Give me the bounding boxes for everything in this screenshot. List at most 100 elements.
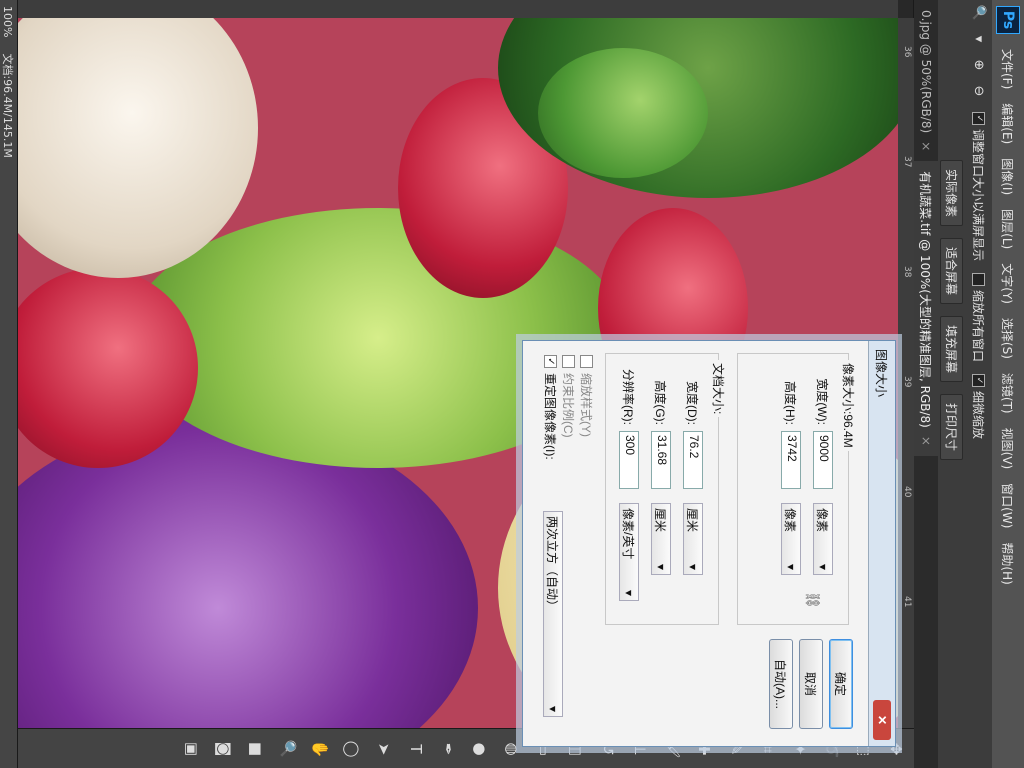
chevron-down-icon: ▾ xyxy=(546,705,560,712)
dialog-title: 图像大小 xyxy=(874,349,889,398)
menu-help[interactable]: 帮助(H) xyxy=(1000,535,1017,591)
doc-height-unit-value: 厘米 xyxy=(653,508,668,533)
menu-file[interactable]: 文件(F) xyxy=(1000,42,1017,96)
chevron-down-icon: ▾ xyxy=(654,563,668,570)
actual-pixels-button[interactable]: 实际像素 xyxy=(940,160,964,227)
auto-button[interactable]: 自动(A)... xyxy=(769,639,793,729)
height-unit-select[interactable]: 像素 ▾ xyxy=(781,503,801,575)
menu-select[interactable]: 选择(S) xyxy=(1000,311,1017,366)
chevron-down-icon: ▾ xyxy=(784,563,798,570)
width-unit-value: 像素 xyxy=(815,508,830,533)
doc-width-row: 宽度(D): 76.2 厘米 ▾ xyxy=(683,345,703,575)
resize-window-checkbox[interactable]: ✓ 调整窗口大小以满屏显示 xyxy=(971,112,988,261)
zoom-tool-icon[interactable]: 🔍 xyxy=(274,735,302,763)
menu-bar: Ps 文件(F) 编辑(E) 图像(I) 图层(L) 文字(Y) 选择(S) 滤… xyxy=(991,0,1024,768)
ruler-mark: 36 xyxy=(902,46,912,58)
photoshop-logo: Ps xyxy=(996,6,1020,34)
doc-width-unit-select[interactable]: 厘米 ▾ xyxy=(683,503,703,575)
menu-edit[interactable]: 编辑(E) xyxy=(1000,96,1017,151)
chevron-down-icon: ▾ xyxy=(816,563,830,570)
checkbox-checked-icon: ✓ xyxy=(972,112,986,125)
fill-screen-button[interactable]: 填充屏幕 xyxy=(940,316,964,383)
checkbox-empty-icon xyxy=(562,355,575,368)
scrubby-zoom-checkbox[interactable]: ✓ 细微缩放 xyxy=(971,374,988,439)
height-input[interactable]: 3742 xyxy=(781,431,801,489)
zoom-out-icon[interactable]: ⊖ xyxy=(969,81,989,101)
width-input[interactable]: 9000 xyxy=(813,431,833,489)
zoom-all-label: 缩放所有窗口 xyxy=(971,290,986,363)
fit-screen-button[interactable]: 适合屏幕 xyxy=(940,238,964,305)
document-size: 文档:96.4M/145.1M xyxy=(1,53,14,158)
resize-window-label: 调整窗口大小以满屏显示 xyxy=(971,129,986,262)
width-unit-select[interactable]: 像素 ▾ xyxy=(813,503,833,575)
menu-image[interactable]: 图像(I) xyxy=(1000,151,1017,202)
menu-filter[interactable]: 滤镜(T) xyxy=(1000,366,1017,421)
document-tabs: 0.jpg @ 50%(RGB/8) × 有机蔬菜.tif @ 100%(大型的… xyxy=(913,0,938,768)
foreground-color-icon[interactable]: ■ xyxy=(242,735,270,763)
chevron-down-icon: ▾ xyxy=(686,563,700,570)
print-size-button[interactable]: 打印尺寸 xyxy=(940,394,964,461)
menu-window[interactable]: 窗口(W) xyxy=(1000,476,1017,535)
close-icon[interactable]: × xyxy=(919,141,933,151)
tab-document-2[interactable]: 有机蔬菜.tif @ 100%(大型的精准图层, RGB/8) × xyxy=(914,161,938,456)
checkbox-checked-icon: ✓ xyxy=(972,374,986,388)
tab-label: 0.jpg @ 50%(RGB/8) xyxy=(919,10,933,134)
dialog-title-bar[interactable]: 图像大小 ✕ xyxy=(868,341,895,746)
options-row-2: 实际像素 适合屏幕 填充屏幕 打印尺寸 xyxy=(939,160,965,472)
link-chain-icon: ⛓ xyxy=(805,591,821,609)
resample-method-select[interactable]: 两次立方（自动） ▾ xyxy=(543,511,563,717)
pixel-dimensions-label: 像素大小:96.4M xyxy=(841,363,855,448)
constrain-proportions-checkbox[interactable]: 约束比例(C) xyxy=(560,355,577,438)
vertical-ruler xyxy=(18,0,898,19)
close-icon[interactable]: × xyxy=(919,436,933,446)
scale-styles-checkbox[interactable]: 缩放样式(Y) xyxy=(578,355,595,437)
chevron-down-icon: ▾ xyxy=(622,589,636,596)
resolution-label: 分辨率(R): xyxy=(621,369,636,425)
menu-layer[interactable]: 图层(L) xyxy=(1000,202,1017,256)
close-button[interactable]: ✕ xyxy=(873,700,891,740)
quick-mask-icon[interactable]: ◙ xyxy=(210,735,238,763)
ruler-mark: 38 xyxy=(902,266,912,278)
zoom-tool-icon[interactable]: 🔍 xyxy=(969,3,989,23)
resolution-unit-select[interactable]: 像素/英寸 ▾ xyxy=(619,503,639,601)
resample-checkbox[interactable]: ✓ 重定图像像素(I): xyxy=(542,355,559,460)
shape-tool-icon[interactable]: ◯ xyxy=(338,735,366,763)
checkbox-empty-icon xyxy=(972,273,986,287)
chevron-down-icon[interactable]: ▾ xyxy=(969,29,989,49)
green-pepper xyxy=(538,48,708,178)
doc-height-label: 高度(G): xyxy=(653,380,668,425)
status-bar: 100% 文档:96.4M/145.1M xyxy=(0,0,18,768)
pen-tool-icon[interactable]: ✒ xyxy=(434,735,462,763)
type-tool-icon[interactable]: T xyxy=(402,735,430,763)
doc-height-input[interactable]: 31.68 xyxy=(651,431,671,489)
checkbox-empty-icon xyxy=(580,355,593,368)
height-label: 高度(H): xyxy=(783,381,798,425)
doc-width-input[interactable]: 76.2 xyxy=(683,431,703,489)
doc-height-unit-select[interactable]: 厘米 ▾ xyxy=(651,503,671,575)
resolution-input[interactable]: 300 xyxy=(619,431,639,489)
width-label: 宽度(W): xyxy=(815,378,830,425)
menu-type[interactable]: 文字(Y) xyxy=(1000,256,1017,311)
zoom-all-checkbox[interactable]: 缩放所有窗口 xyxy=(971,273,988,362)
constrain-label: 约束比例(C) xyxy=(561,373,575,438)
ruler-mark: 37 xyxy=(902,156,912,168)
path-select-icon[interactable]: ➤ xyxy=(370,735,398,763)
cancel-button[interactable]: 取消 xyxy=(799,639,823,729)
ruler-mark: 39 xyxy=(902,376,912,388)
horizontal-ruler: 36 37 38 39 40 41 xyxy=(897,18,914,728)
tab-document-1[interactable]: 0.jpg @ 50%(RGB/8) × xyxy=(914,0,938,161)
resolution-row: 分辨率(R): 300 像素/英寸 ▾ xyxy=(619,345,639,601)
image-size-dialog: 图像大小 ✕ 像素大小:96.4M 宽度(W): 9000 像素 ▾ 高度(H):… xyxy=(522,340,896,747)
dodge-tool-icon[interactable]: ● xyxy=(466,735,494,763)
zoom-level[interactable]: 100% xyxy=(2,6,15,37)
width-row: 宽度(W): 9000 像素 ▾ xyxy=(813,345,833,575)
ruler-mark: 41 xyxy=(902,596,912,608)
zoom-in-icon[interactable]: ⊕ xyxy=(969,55,989,75)
height-row: 高度(H): 3742 像素 ▾ xyxy=(781,345,801,575)
menu-view[interactable]: 视图(V) xyxy=(1000,421,1017,477)
ok-button[interactable]: 确定 xyxy=(829,639,853,729)
doc-height-row: 高度(G): 31.68 厘米 ▾ xyxy=(651,345,671,575)
hand-tool-icon[interactable]: ✋ xyxy=(306,735,334,763)
scrubby-zoom-label: 细微缩放 xyxy=(971,391,986,440)
screen-mode-icon[interactable]: ▣ xyxy=(178,735,206,763)
